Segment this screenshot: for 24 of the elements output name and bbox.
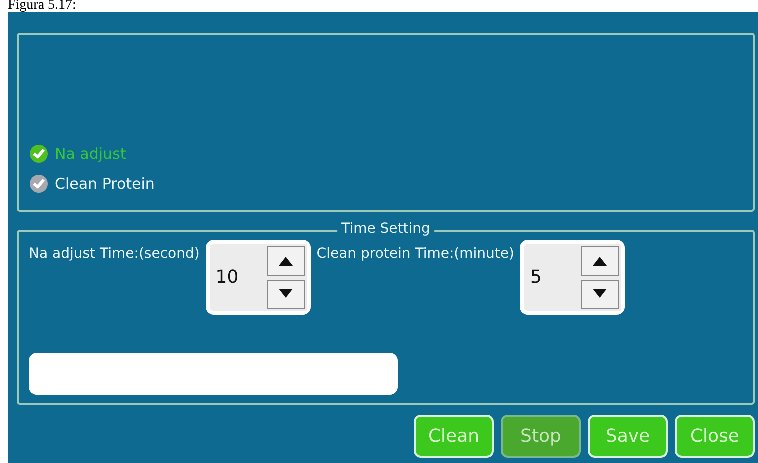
action-button[interactable]: Close [675,415,755,458]
radio-button[interactable] [29,144,49,164]
radio-label: Clean Protein [55,175,155,193]
decrement-button[interactable] [581,280,620,309]
spinner-label: Clean protein Time:(minute) [316,246,514,262]
decrement-button[interactable] [266,280,305,309]
group-title: Time Setting [338,221,434,237]
up-arrow-icon [278,256,294,266]
radio-button[interactable] [29,174,49,194]
spinner-value: 10 [210,244,265,311]
action-button[interactable]: Clean [414,415,494,458]
down-arrow-icon [592,289,608,300]
input-field[interactable] [29,353,398,395]
action-button[interactable]: Save [588,415,668,458]
down-arrow-icon [278,289,294,300]
figure-caption: Figura 5.17: [7,0,78,12]
spinner-label: Na adjust Time:(second) [29,246,200,262]
spinner-value: 5 [524,244,580,311]
radio-label: Na adjust [55,145,126,163]
increment-button[interactable] [266,246,305,276]
up-arrow-icon [592,256,608,266]
number-spinner[interactable]: 10 [206,240,311,315]
increment-button[interactable] [581,246,620,276]
number-spinner[interactable]: 5 [520,240,626,315]
